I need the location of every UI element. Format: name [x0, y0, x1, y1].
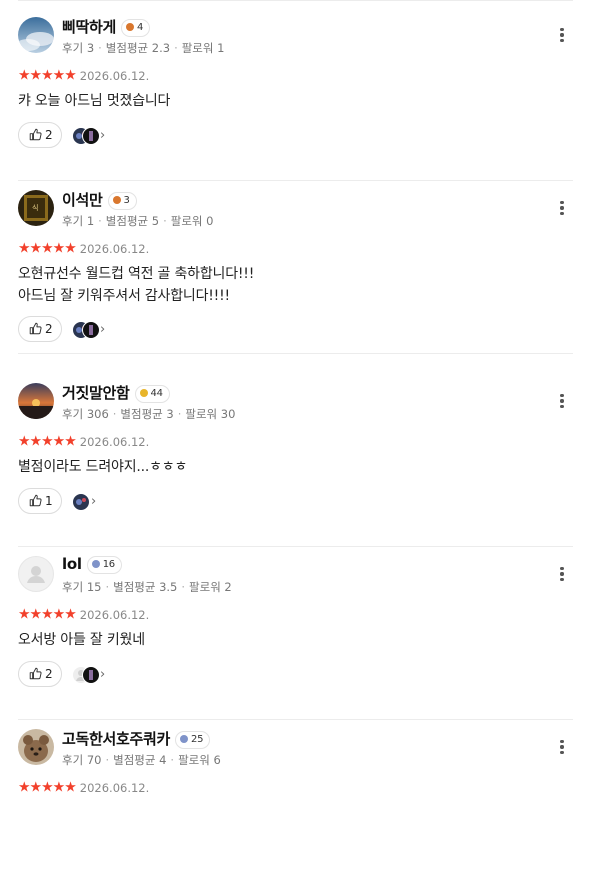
- like-button[interactable]: 2: [18, 122, 62, 148]
- review-text: 오현규선수 월드컵 역전 골 축하합니다!!! 아드님 잘 키워주셔서 감사합니…: [18, 266, 255, 304]
- star-rating: ★★★★★: [18, 606, 77, 623]
- like-count: 2: [45, 667, 53, 681]
- rating-row: ★★★★★ 2026.06.12.: [18, 238, 149, 257]
- user-avatar[interactable]: 식: [18, 190, 54, 226]
- top-divider: [18, 0, 573, 1]
- level-badge: 25: [175, 731, 211, 749]
- star-rating: ★★★★★: [18, 779, 77, 796]
- review-date: 2026.06.12.: [79, 68, 150, 83]
- liker-avatar: [82, 321, 100, 339]
- svg-text:식: 식: [32, 203, 38, 212]
- user-avatar[interactable]: [18, 556, 54, 592]
- review-date: 2026.06.12.: [79, 780, 150, 795]
- more-options-icon[interactable]: [555, 392, 569, 414]
- thumbs-up-icon: [29, 667, 42, 680]
- thumbs-up-icon: [29, 494, 42, 507]
- review-text: 별점이라도 드려야지...ㅎㅎㅎ: [18, 459, 188, 475]
- rating-row: ★★★★★ 2026.06.12.: [18, 431, 149, 450]
- review-item: 식 이석만 3 후기 1 · 별점평균 5 · 팔로워 0 ★★★★★ 2026.06.12…: [18, 181, 573, 354]
- like-button[interactable]: 2: [18, 316, 62, 342]
- username[interactable]: 거짓말안함 44: [62, 382, 170, 403]
- chevron-right-icon: ›: [100, 667, 106, 682]
- chevron-right-icon: ›: [100, 322, 106, 337]
- user-meta: 후기 70 · 별점평균 4 · 팔로워 6: [62, 753, 221, 767]
- thumbs-up-icon: [29, 322, 42, 335]
- like-count: 1: [45, 494, 53, 508]
- user-meta: 후기 3 · 별점평균 2.3 · 팔로워 1: [62, 41, 225, 55]
- level-badge: 16: [86, 556, 122, 574]
- user-meta: 후기 1 · 별점평균 5 · 팔로워 0: [62, 214, 214, 228]
- level-icon: [112, 196, 121, 204]
- level-icon: [180, 735, 189, 743]
- star-rating: ★★★★★: [18, 433, 77, 450]
- review-item: 거짓말안함 44 후기 306 · 별점평균 3 · 팔로워 30 ★★★★★ 2026.0…: [18, 374, 573, 547]
- rating-row: ★★★★★ 2026.06.12.: [18, 65, 149, 84]
- user-meta: 후기 306 · 별점평균 3 · 팔로워 30: [62, 407, 236, 421]
- level-badge: 3: [107, 192, 137, 210]
- like-count: 2: [45, 128, 53, 142]
- review-item: 삐딱하게 4 후기 3 · 별점평균 2.3 · 팔로워 1 ★★★★★ 2026.06.1…: [18, 8, 573, 181]
- review-date: 2026.06.12.: [79, 434, 150, 449]
- more-options-icon[interactable]: [555, 199, 569, 221]
- level-badge: 44: [134, 385, 170, 403]
- liker-avatar: [72, 493, 90, 511]
- like-button[interactable]: 2: [18, 661, 62, 687]
- review-date: 2026.06.12.: [79, 607, 150, 622]
- level-icon: [139, 389, 148, 397]
- divider: [18, 353, 573, 354]
- liker-avatar: [82, 666, 100, 684]
- user-meta: 후기 15 · 별점평균 3.5 · 팔로워 2: [62, 580, 232, 594]
- star-rating: ★★★★★: [18, 67, 77, 84]
- chevron-right-icon: ›: [100, 128, 106, 143]
- star-rating: ★★★★★: [18, 240, 77, 257]
- username[interactable]: 삐딱하게 4: [62, 16, 151, 37]
- more-options-icon[interactable]: [555, 565, 569, 587]
- review-text: 캬 오늘 아드님 멋졌습니다: [18, 93, 171, 109]
- user-avatar[interactable]: [18, 383, 54, 419]
- chevron-right-icon: ›: [91, 494, 97, 509]
- level-icon: [126, 23, 135, 31]
- review-date: 2026.06.12.: [79, 241, 150, 256]
- level-badge: 4: [121, 19, 151, 37]
- username[interactable]: 이석만 3: [62, 189, 137, 210]
- like-button[interactable]: 1: [18, 488, 62, 514]
- level-icon: [91, 560, 100, 568]
- user-avatar[interactable]: [18, 17, 54, 53]
- liker-avatar: [82, 127, 100, 145]
- more-options-icon[interactable]: [555, 738, 569, 760]
- thumbs-up-icon: [29, 128, 42, 141]
- username[interactable]: lol 16: [62, 555, 122, 574]
- rating-row: ★★★★★ 2026.06.12.: [18, 604, 149, 623]
- like-count: 2: [45, 322, 53, 336]
- user-avatar[interactable]: [18, 729, 54, 765]
- rating-row: ★★★★★ 2026.06.12.: [18, 777, 149, 796]
- more-options-icon[interactable]: [555, 26, 569, 48]
- review-item: lol 16 후기 15 · 별점평균 3.5 · 팔로워 2 ★★★★★ 2026.06.…: [18, 547, 573, 720]
- review-item: 고독한서호주쿼카 25 후기 70 · 별점평균 4 · 팔로워 6 ★★★★★ 2026.…: [18, 720, 573, 893]
- username[interactable]: 고독한서호주쿼카 25: [62, 728, 211, 749]
- review-text: 오서방 아들 잘 키웠네: [18, 632, 145, 648]
